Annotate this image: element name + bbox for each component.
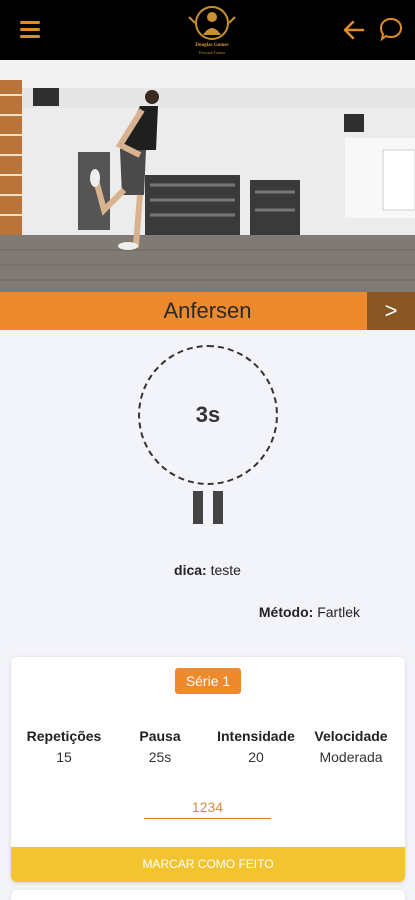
set-card: Série 1 Repetições 15 Pausa 25s Intensid… (11, 657, 405, 882)
tip-label: dica: (174, 562, 207, 578)
stat-value: Moderada (319, 749, 383, 765)
stat-value: 20 (248, 749, 264, 765)
next-set-card (11, 890, 405, 900)
logo-emblem-icon (188, 6, 236, 40)
exercise-title: Anfersen (163, 298, 252, 323)
stat-label: Repetições (26, 728, 102, 744)
stat-intensity: Intensidade 20 (208, 728, 304, 765)
tip-text: dica: teste (0, 562, 415, 578)
hamburger-menu-icon[interactable] (20, 21, 40, 39)
exercise-title-bar: Anfersen > (0, 292, 415, 330)
stat-rest: Pausa 25s (112, 728, 208, 765)
exercise-video[interactable] (0, 60, 415, 292)
logo-subtext: Personal Trainer (198, 50, 226, 55)
next-exercise-button[interactable]: > (367, 292, 415, 330)
stat-value: 25s (148, 749, 172, 765)
stat-label: Pausa (139, 728, 181, 744)
logo-text: Douglas Gomes (195, 43, 229, 48)
stat-repetitions: Repetições 15 (16, 728, 112, 765)
timer-value: 3s (195, 402, 221, 427)
serie-badge: Série 1 (175, 668, 241, 694)
brand-logo: Douglas Gomes Personal Trainer (187, 3, 237, 57)
app-header: Douglas Gomes Personal Trainer (0, 0, 415, 60)
countdown-timer: 3s (138, 345, 278, 485)
tip-value: teste (210, 562, 241, 578)
stat-speed: Velocidade Moderada (303, 728, 399, 765)
stat-label: Intensidade (217, 728, 295, 744)
chat-bubble-icon[interactable] (378, 16, 404, 42)
mark-done-button[interactable]: MARCAR COMO FEITO (11, 847, 405, 882)
method-label: Método: (258, 604, 314, 620)
method-value: Fartlek (317, 604, 360, 620)
pause-icon[interactable] (193, 491, 223, 524)
method-text: Método: Fartlek (259, 604, 360, 620)
arrow-left-icon[interactable] (342, 18, 366, 42)
stat-label: Velocidade (314, 728, 388, 744)
load-input[interactable] (144, 795, 271, 819)
stat-value: 15 (56, 749, 72, 765)
